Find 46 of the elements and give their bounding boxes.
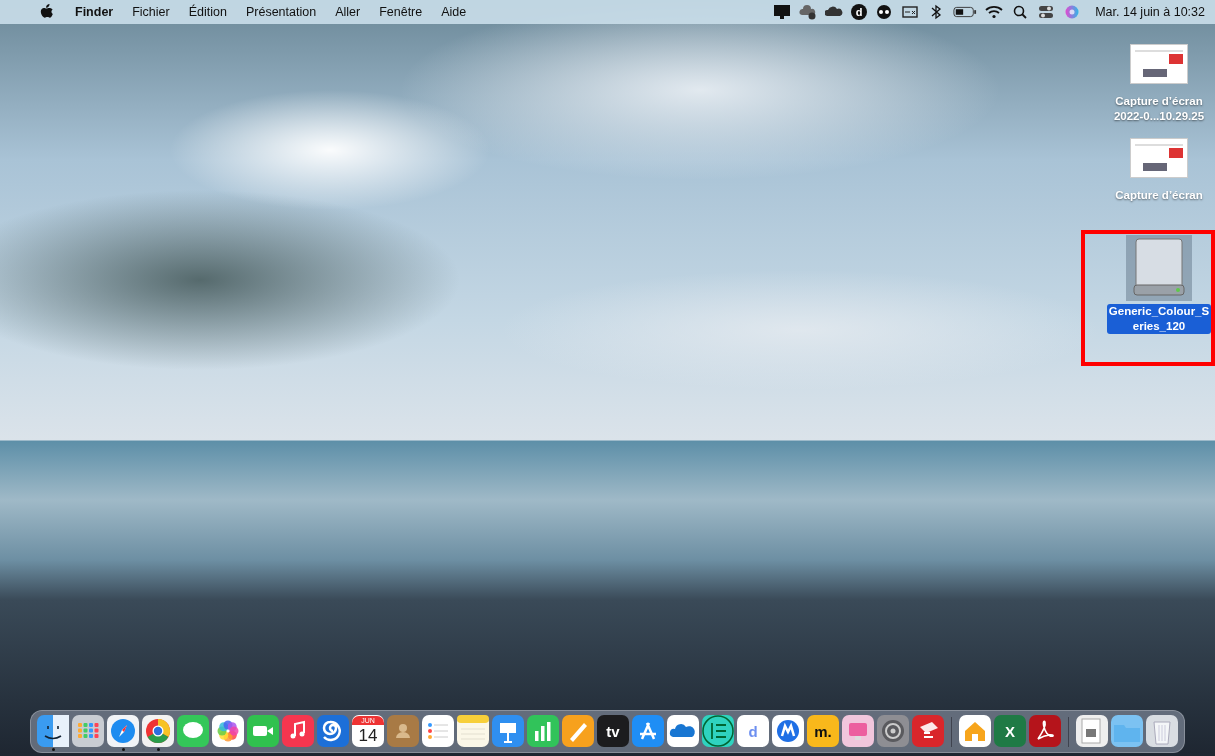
- pen-app-icon[interactable]: [562, 715, 594, 747]
- compass-app-icon[interactable]: [107, 715, 139, 747]
- icon-label[interactable]: Generic_Colour_S eries_120: [1106, 304, 1212, 334]
- house-app-icon[interactable]: [959, 715, 991, 747]
- finder-app-icon[interactable]: [37, 715, 69, 747]
- pad-app-icon[interactable]: [457, 715, 489, 747]
- file-app-icon[interactable]: [1076, 715, 1108, 747]
- menu-item[interactable]: Présentation: [245, 5, 317, 19]
- cloud-icon[interactable]: [799, 4, 818, 20]
- store-app-icon[interactable]: [632, 715, 664, 747]
- swirl-app-icon[interactable]: [317, 715, 349, 747]
- menu-item[interactable]: Aide: [441, 5, 467, 19]
- list-app-icon[interactable]: [422, 715, 454, 747]
- bars-app-icon[interactable]: [527, 715, 559, 747]
- battery-icon[interactable]: [953, 4, 978, 20]
- screenshot-thumbnail-icon[interactable]: [1130, 138, 1188, 178]
- drive-icon[interactable]: [1126, 235, 1192, 301]
- person-app-icon[interactable]: [387, 715, 419, 747]
- bubble-app-icon[interactable]: [177, 715, 209, 747]
- window-icon[interactable]: [901, 4, 920, 20]
- app-icon[interactable]: tv: [597, 715, 629, 747]
- ring-app-icon[interactable]: [142, 715, 174, 747]
- menu-item[interactable]: Édition: [188, 5, 227, 19]
- status-letter-icon[interactable]: d: [851, 4, 868, 20]
- display-icon[interactable]: [773, 4, 792, 20]
- folder-app-icon[interactable]: [1111, 715, 1143, 747]
- monitor-app-icon[interactable]: [842, 715, 874, 747]
- gear-app-icon[interactable]: [877, 715, 909, 747]
- trash-app-icon[interactable]: [1146, 715, 1178, 747]
- screenshot-thumbnail-icon[interactable]: [1130, 44, 1188, 84]
- app-icon[interactable]: X: [994, 715, 1026, 747]
- menu-item[interactable]: Fenêtre: [379, 5, 423, 19]
- app-name-menu[interactable]: Finder: [75, 5, 114, 19]
- menu-bar-clock[interactable]: Mar. 14 juin à 10:32: [1095, 5, 1205, 19]
- note-app-icon[interactable]: [282, 715, 314, 747]
- wifi-icon[interactable]: [985, 4, 1004, 20]
- control-center-icon[interactable]: [1037, 4, 1056, 20]
- app-icon[interactable]: m.: [807, 715, 839, 747]
- cloud-app-icon[interactable]: [667, 715, 699, 747]
- menu-item[interactable]: Aller: [335, 5, 361, 19]
- acrobat-app-icon[interactable]: [1029, 715, 1061, 747]
- apple-logo-icon[interactable]: [40, 4, 54, 20]
- camera-app-icon[interactable]: [247, 715, 279, 747]
- menu-item[interactable]: Fichier: [132, 5, 170, 19]
- flower-app-icon[interactable]: [212, 715, 244, 747]
- podium-app-icon[interactable]: [492, 715, 524, 747]
